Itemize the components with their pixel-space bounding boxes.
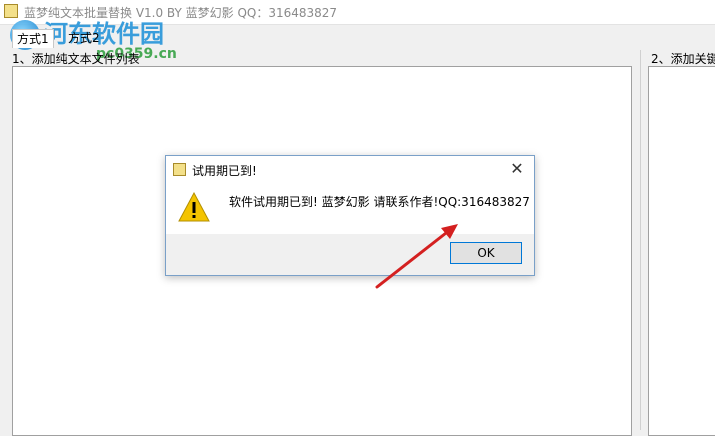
ok-button[interactable]: OK [450, 242, 522, 264]
dialog-title: 试用期已到! [192, 164, 257, 178]
dialog-app-icon [173, 163, 186, 176]
dialog-message: 软件试用期已到! 蓝梦幻影 请联系作者!QQ:316483827 [229, 195, 530, 209]
tab-mode-2[interactable]: 方式2 [64, 29, 104, 47]
file-list-label: 1、添加纯文本文件列表 [12, 52, 140, 66]
close-icon[interactable]: ✕ [508, 160, 526, 178]
app-icon [4, 4, 18, 18]
dialog-footer: OK [166, 234, 534, 275]
dialog-titlebar: 试用期已到! ✕ [166, 156, 534, 184]
keyword-label: 2、添加关键 [651, 52, 715, 66]
trial-expired-dialog: 试用期已到! ✕ 软件试用期已到! 蓝梦幻影 请联系作者!QQ:31648382… [165, 155, 535, 276]
keyword-list-panel[interactable] [648, 66, 715, 436]
panel-divider [640, 50, 641, 430]
warning-icon [178, 192, 210, 222]
tab-mode-1[interactable]: 方式1 [12, 29, 54, 48]
watermark-text: 河东软件园 [44, 19, 164, 48]
